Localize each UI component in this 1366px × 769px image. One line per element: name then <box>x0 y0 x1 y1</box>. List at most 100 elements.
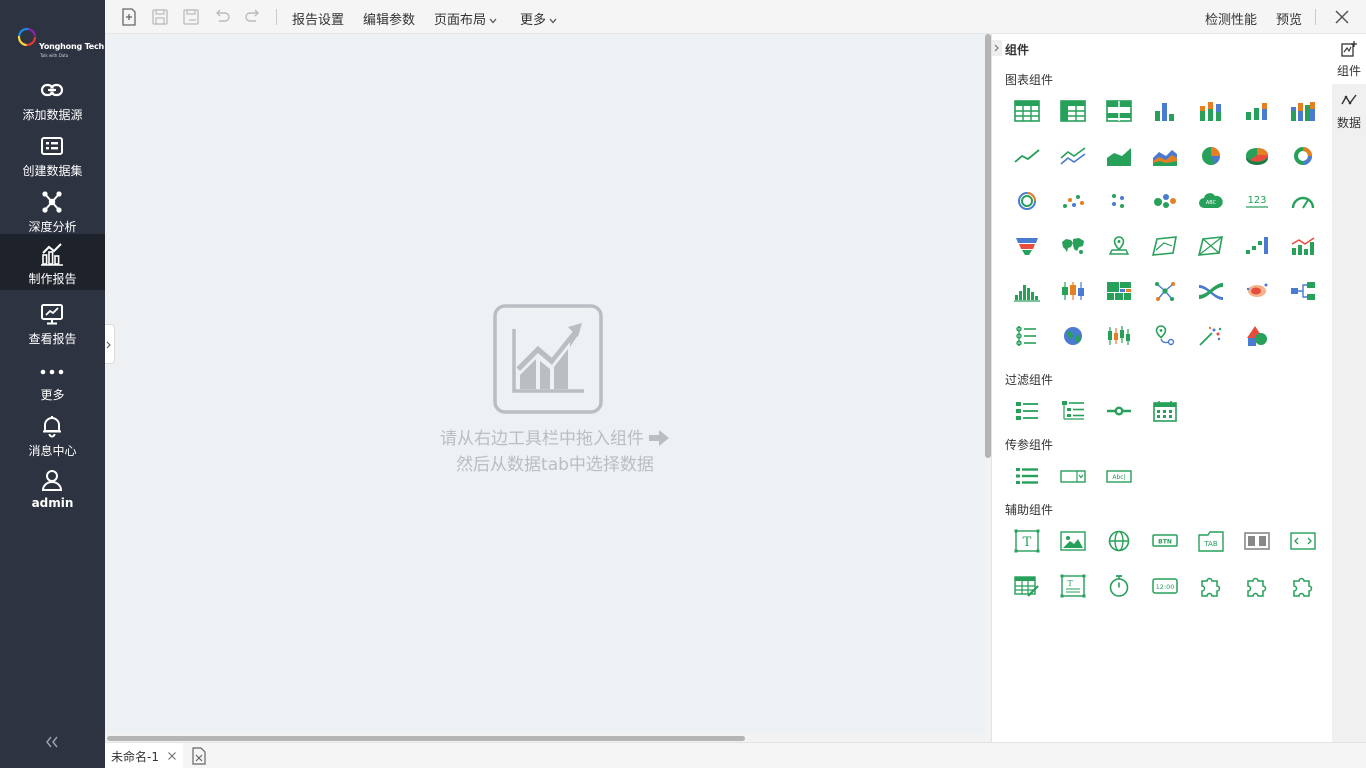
boxplot-component[interactable] <box>1050 271 1094 311</box>
multi-line-component[interactable] <box>1050 136 1094 176</box>
card-component[interactable] <box>1234 521 1278 561</box>
shape-chart-component[interactable] <box>1234 316 1278 356</box>
scrollbar-thumb[interactable] <box>107 736 745 741</box>
timer-component[interactable] <box>1096 566 1140 606</box>
map-component[interactable] <box>1050 226 1094 266</box>
close-icon[interactable] <box>1333 8 1351 26</box>
list-filter-component[interactable] <box>1004 391 1048 431</box>
bar-chart-component[interactable] <box>1142 91 1186 131</box>
undo-icon[interactable] <box>212 7 232 27</box>
area-chart-component[interactable] <box>1096 136 1140 176</box>
menu-more[interactable]: 更多 <box>520 9 558 28</box>
user-name: admin <box>31 496 74 510</box>
clock-component[interactable]: 12:00 <box>1142 566 1186 606</box>
save-icon[interactable] <box>150 7 170 27</box>
menu-page-layout[interactable]: 页面布局 <box>434 9 498 28</box>
stacked-area-component[interactable] <box>1142 136 1186 176</box>
funnel-chart-component[interactable] <box>1004 226 1048 266</box>
histogram-component[interactable] <box>1004 271 1048 311</box>
waterfall-chart-component[interactable] <box>1234 226 1278 266</box>
combo-chart-component[interactable] <box>1280 226 1324 266</box>
param-list-component[interactable] <box>1004 456 1048 496</box>
nav-item-user[interactable]: admin <box>0 460 105 516</box>
nav-item-add-datasource[interactable]: 添加数据源 <box>0 70 105 126</box>
gauge-component[interactable] <box>1280 181 1324 221</box>
nav-item-view-report[interactable]: 查看报告 <box>0 294 105 350</box>
table-component[interactable] <box>1004 91 1048 131</box>
timeline-component[interactable] <box>1004 316 1048 356</box>
dot-chart-component[interactable] <box>1096 181 1140 221</box>
freestyle-table-component[interactable] <box>1050 91 1094 131</box>
nav-item-more[interactable]: 更多 <box>0 350 105 406</box>
close-tab-icon[interactable] <box>167 751 177 761</box>
dataset-icon <box>41 137 63 155</box>
panel-collapse-toggle[interactable] <box>992 40 1002 56</box>
nav-item-make-report[interactable]: 制作报告 <box>0 234 105 290</box>
nav-item-message-center[interactable]: 消息中心 <box>0 406 105 462</box>
route-map-component[interactable] <box>1142 316 1186 356</box>
new-report-icon[interactable] <box>119 7 139 27</box>
param-textbox-component[interactable]: Abc| <box>1096 456 1140 496</box>
custom-component-3[interactable] <box>1280 566 1324 606</box>
heat-map-component[interactable] <box>1188 226 1232 266</box>
bar-chart-icon <box>1155 103 1174 121</box>
text-area-component[interactable]: T <box>1050 566 1094 606</box>
collapse-double-chevron-icon[interactable] <box>42 734 62 750</box>
check-performance-button[interactable]: 检测性能 <box>1205 9 1257 28</box>
expand-panel-handle[interactable] <box>105 324 115 364</box>
calendar-filter-component[interactable] <box>1142 391 1186 431</box>
scatter-chart-component[interactable] <box>1050 181 1094 221</box>
nav-item-create-dataset[interactable]: 创建数据集 <box>0 126 105 182</box>
ring-gauge-component[interactable] <box>1004 181 1048 221</box>
editable-table-component[interactable] <box>1004 566 1048 606</box>
multi-bar-component[interactable] <box>1280 91 1324 131</box>
custom-component-1[interactable] <box>1188 566 1232 606</box>
relation-graph-component[interactable] <box>1142 271 1186 311</box>
add-report-icon[interactable] <box>191 747 207 765</box>
preview-button[interactable]: 预览 <box>1276 9 1302 28</box>
menu-edit-params[interactable]: 编辑参数 <box>363 9 415 28</box>
menu-report-settings[interactable]: 报告设置 <box>292 9 344 28</box>
canvas-horizontal-scrollbar[interactable] <box>105 734 985 742</box>
button-component[interactable]: BTN <box>1142 521 1186 561</box>
doc-tab[interactable]: 未命名-1 <box>105 743 183 769</box>
text-box-icon: T <box>1014 529 1040 553</box>
slider-filter-component[interactable] <box>1096 391 1140 431</box>
custom-component-2[interactable] <box>1234 566 1278 606</box>
donut-chart-component[interactable] <box>1280 136 1324 176</box>
line-chart-component[interactable] <box>1004 136 1048 176</box>
text-area-icon: T <box>1060 574 1086 598</box>
flow-map-component[interactable] <box>1142 226 1186 266</box>
heatmap-chart-component[interactable] <box>1234 271 1278 311</box>
text-component[interactable]: T <box>1004 521 1048 561</box>
nav-item-deep-analysis[interactable]: 深度分析 <box>0 182 105 238</box>
location-map-component[interactable] <box>1096 226 1140 266</box>
image-component[interactable] <box>1050 521 1094 561</box>
tab-component[interactable]: TAB <box>1188 521 1232 561</box>
crosstab-component[interactable] <box>1096 91 1140 131</box>
range-bar-component[interactable] <box>1234 91 1278 131</box>
3d-pie-component[interactable] <box>1234 136 1278 176</box>
carousel-component[interactable] <box>1280 521 1324 561</box>
tab-data[interactable]: 数据 <box>1332 86 1366 136</box>
report-canvas[interactable]: 请从右边工具栏中拖入组件 然后从数据tab中选择数据 <box>105 34 985 742</box>
treemap-component[interactable] <box>1096 271 1140 311</box>
tree-filter-component[interactable] <box>1050 391 1094 431</box>
tree-chart-component[interactable] <box>1280 271 1324 311</box>
web-component[interactable] <box>1096 521 1140 561</box>
bubble-chart-component[interactable] <box>1142 181 1186 221</box>
kpi-number-component[interactable]: 123 <box>1234 181 1278 221</box>
pie-chart-component[interactable] <box>1188 136 1232 176</box>
word-cloud-component[interactable]: ABC <box>1188 181 1232 221</box>
globe-component[interactable] <box>1050 316 1094 356</box>
stacked-bar-component[interactable] <box>1188 91 1232 131</box>
particle-chart-component[interactable] <box>1188 316 1232 356</box>
tab-components[interactable]: 组件 <box>1332 34 1366 84</box>
candlestick-component[interactable] <box>1096 316 1140 356</box>
redo-icon[interactable] <box>243 7 263 27</box>
crosstab-icon <box>1106 100 1132 122</box>
combobox-icon <box>1060 470 1086 483</box>
save-as-icon[interactable] <box>181 7 201 27</box>
sankey-chart-component[interactable] <box>1188 271 1232 311</box>
param-combobox-component[interactable] <box>1050 456 1094 496</box>
